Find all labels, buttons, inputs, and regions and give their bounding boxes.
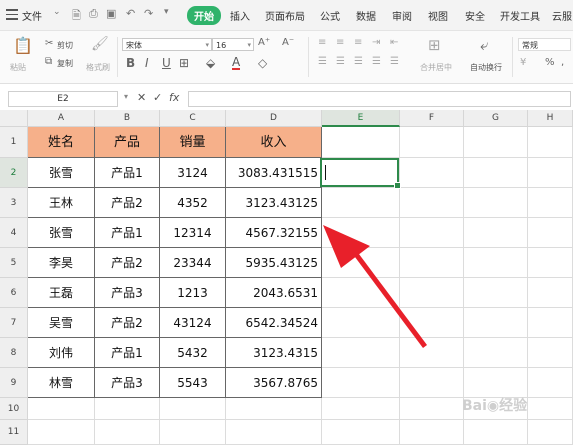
clear-format-icon[interactable]: ◇ <box>258 56 267 70</box>
formula-bar: E2 ▾ ✕ ✓ fx <box>0 88 573 110</box>
align-right-icon[interactable]: ☰ <box>354 56 363 67</box>
tab-page-layout[interactable]: 页面布局 <box>265 8 305 23</box>
tab-view[interactable]: 视图 <box>428 8 448 23</box>
menu-bar: 文件 ⌄ 🗎 ⎙ ▣ ↶ ↷ ▾ 开始 插入 页面布局 公式 数据 审阅 视图 … <box>0 0 573 31</box>
print-icon[interactable]: ⎙ <box>89 7 98 21</box>
number-format-select[interactable]: 常规 <box>518 38 571 51</box>
tab-data[interactable]: 数据 <box>356 8 376 23</box>
align-middle-icon[interactable]: ≡ <box>336 37 344 48</box>
font-shrink-icon[interactable]: A⁻ <box>282 37 294 48</box>
function-icon[interactable]: fx <box>169 91 179 104</box>
tab-security[interactable]: 安全 <box>465 8 485 23</box>
number-format-value: 常规 <box>522 41 538 50</box>
ribbon-toolbar: 📋 粘贴 ✂ 剪切 ⧉ 复制 🖌 格式刷 宋体 ▾ 16 ▾ A⁺ A⁻ B I… <box>0 31 573 84</box>
font-size-select[interactable]: 16 ▾ <box>212 38 254 51</box>
file-menu[interactable]: 文件 <box>22 8 42 23</box>
font-grow-icon[interactable]: A⁺ <box>258 37 270 48</box>
italic-icon[interactable]: I <box>145 56 149 70</box>
copy-label[interactable]: 复制 <box>57 58 73 69</box>
tab-insert[interactable]: 插入 <box>230 8 250 23</box>
align-top-icon[interactable]: ≡ <box>318 37 326 48</box>
wrap-text-label[interactable]: 自动换行 <box>470 62 502 73</box>
justify-icon[interactable]: ☰ <box>372 56 381 67</box>
font-name-value: 宋体 <box>126 41 142 50</box>
tab-review[interactable]: 审阅 <box>392 8 412 23</box>
merge-center-label[interactable]: 合并居中 <box>420 62 452 73</box>
undo-icon[interactable]: ↶ <box>126 7 135 20</box>
tab-home[interactable]: 开始 <box>187 6 221 25</box>
bold-icon[interactable]: B <box>126 56 135 70</box>
name-box[interactable]: E2 <box>8 91 118 107</box>
format-painter-label[interactable]: 格式刷 <box>86 62 110 73</box>
percent-icon[interactable]: % <box>545 57 555 68</box>
quick-access-more-icon[interactable]: ▾ <box>164 7 169 17</box>
save-icon[interactable]: 🗎 <box>72 7 81 26</box>
paste-label[interactable]: 粘贴 <box>10 62 26 73</box>
merge-center-icon[interactable]: ⊞ <box>428 36 441 54</box>
hamburger-icon[interactable] <box>6 9 18 20</box>
tab-developer[interactable]: 开发工具 <box>500 8 540 23</box>
indent-icon[interactable]: ⇥ <box>372 37 380 48</box>
thousands-separator-icon[interactable]: , <box>561 57 564 68</box>
font-color-icon[interactable]: A <box>232 56 241 70</box>
print-preview-icon[interactable]: ▣ <box>106 7 116 20</box>
cancel-icon[interactable]: ✕ <box>137 91 146 104</box>
currency-icon[interactable]: ¥ <box>520 57 526 68</box>
watermark-logo: Bai◉经验 <box>462 398 528 414</box>
confirm-icon[interactable]: ✓ <box>153 91 162 104</box>
cut-label[interactable]: 剪切 <box>57 40 73 51</box>
tab-cloud[interactable]: 云服 <box>552 8 572 23</box>
wrap-text-icon[interactable]: ⤶ <box>480 36 488 54</box>
font-size-value: 16 <box>216 41 227 50</box>
format-painter-icon[interactable]: 🖌 <box>91 36 109 52</box>
paste-icon[interactable]: 📋 <box>13 36 33 55</box>
align-bottom-icon[interactable]: ≡ <box>354 37 362 48</box>
fill-color-icon[interactable]: ⬙ <box>206 56 215 70</box>
copy-icon[interactable]: ⧉ <box>45 56 52 67</box>
chevron-down-icon: ▾ <box>247 41 251 49</box>
align-center-icon[interactable]: ☰ <box>336 56 345 67</box>
border-icon[interactable]: ⊞ <box>179 56 189 70</box>
chevron-down-icon: ▾ <box>205 41 209 49</box>
font-name-select[interactable]: 宋体 ▾ <box>122 38 212 51</box>
formula-input[interactable] <box>188 91 571 107</box>
align-left-icon[interactable]: ☰ <box>318 56 327 67</box>
tab-formulas[interactable]: 公式 <box>320 8 340 23</box>
redo-icon[interactable]: ↷ <box>144 7 153 20</box>
outdent-icon[interactable]: ⇤ <box>390 37 398 48</box>
file-menu-chevron-icon[interactable]: ⌄ <box>53 7 61 17</box>
distribute-icon[interactable]: ☰ <box>390 56 399 67</box>
cut-icon[interactable]: ✂ <box>45 38 53 49</box>
underline-icon[interactable]: U <box>162 56 171 70</box>
name-box-chevron-icon[interactable]: ▾ <box>124 92 128 101</box>
